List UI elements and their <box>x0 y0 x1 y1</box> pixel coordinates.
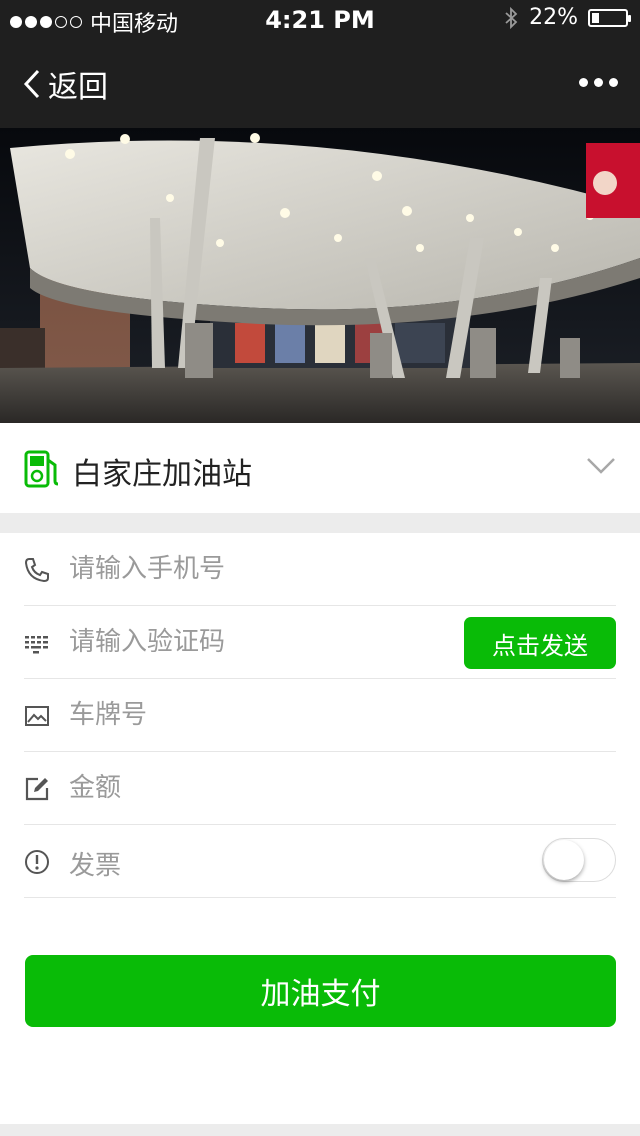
phone-input[interactable] <box>69 551 449 587</box>
section-divider <box>0 513 640 533</box>
plate-row <box>24 679 616 752</box>
edit-icon <box>25 777 49 801</box>
invoice-toggle[interactable] <box>542 838 616 882</box>
image-icon <box>25 706 49 726</box>
phone-icon <box>24 558 49 583</box>
station-name: 白家庄加油站 <box>72 457 252 492</box>
nav-bar: 返回 <box>0 40 640 128</box>
more-dot <box>609 78 618 87</box>
gas-station-illustration <box>0 128 640 423</box>
station-selector[interactable]: 白家庄加油站 <box>0 423 640 513</box>
keypad-icon <box>25 636 48 654</box>
status-bar: 中国移动 4:21 PM 22% <box>0 0 640 40</box>
station-photo <box>0 128 640 423</box>
phone-row <box>24 533 616 606</box>
payment-form: 点击发送 发票 <box>0 533 640 898</box>
gas-pump-icon <box>24 450 59 488</box>
more-dot <box>594 78 603 87</box>
more-dot <box>579 78 588 87</box>
back-button[interactable]: 返回 <box>22 62 108 106</box>
chevron-left-icon <box>23 69 40 99</box>
send-code-button[interactable]: 点击发送 <box>464 617 616 669</box>
invoice-label: 发票 <box>69 851 122 881</box>
bluetooth-icon <box>505 6 518 29</box>
status-right: 22% <box>503 5 631 30</box>
invoice-row: 发票 <box>24 825 616 898</box>
battery-percent: 22% <box>529 5 578 30</box>
pay-button[interactable]: 加油支付 <box>25 955 616 1027</box>
verification-code-input[interactable] <box>69 624 399 660</box>
amount-input[interactable] <box>69 770 449 806</box>
info-icon <box>25 850 49 874</box>
back-label: 返回 <box>48 70 108 105</box>
more-button[interactable] <box>579 78 618 87</box>
battery-icon <box>588 8 631 27</box>
amount-row <box>24 752 616 825</box>
battery-fill <box>592 12 599 23</box>
bottom-divider <box>0 1124 640 1136</box>
code-row: 点击发送 <box>24 606 616 679</box>
toggle-knob <box>544 840 584 880</box>
chevron-down-icon[interactable] <box>586 457 616 475</box>
plate-number-input[interactable] <box>69 697 449 733</box>
